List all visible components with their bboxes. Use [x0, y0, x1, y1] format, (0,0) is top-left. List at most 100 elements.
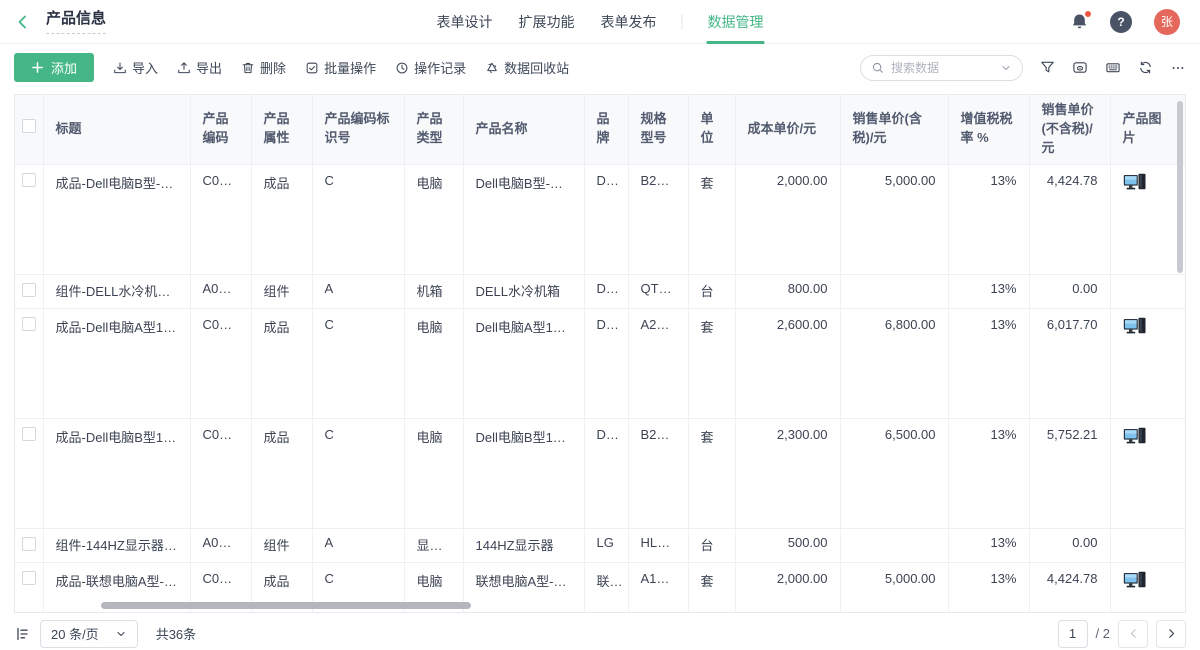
table-row[interactable]: 组件-144HZ显示器-HL6000A0009组件A显示器144HZ显示器LGH…	[15, 528, 1185, 562]
column-header-brand: 品牌	[584, 95, 628, 164]
column-header-cost_price: 成本单价/元	[735, 95, 840, 164]
table-row[interactable]: 成品-Dell电脑B型144HZ-B...C0010成品C电脑Dell电脑B型1…	[15, 418, 1185, 528]
keyboard-button[interactable]	[1105, 60, 1121, 75]
table-row[interactable]: 成品-Dell电脑A型144HZ-A...C0011成品C电脑Dell电脑A型1…	[15, 308, 1185, 418]
total-pages: / 2	[1096, 626, 1110, 641]
cell-image	[1110, 274, 1185, 308]
cell-unit: 台	[688, 528, 735, 562]
cell-name: Dell电脑A型144HZ	[463, 308, 584, 418]
column-header-name: 产品名称	[463, 95, 584, 164]
cell-vat_rate: 13%	[948, 164, 1029, 274]
operation-log-button[interactable]: 操作记录	[395, 58, 466, 77]
tab-form-publish[interactable]: 表单发布	[588, 0, 670, 44]
row-checkbox[interactable]	[22, 427, 36, 441]
column-header-unit: 单位	[688, 95, 735, 164]
cell-type: 电脑	[404, 418, 463, 528]
cell-type: 电脑	[404, 164, 463, 274]
batch-operation-button[interactable]: 批量操作	[305, 58, 376, 77]
import-button[interactable]: 导入	[113, 58, 158, 77]
row-select-cell	[15, 418, 43, 528]
notification-button[interactable]	[1071, 13, 1088, 30]
filter-button[interactable]	[1040, 60, 1055, 75]
cell-sale_price_no_tax: 4,424.78	[1029, 562, 1110, 613]
cell-vat_rate: 13%	[948, 528, 1029, 562]
table-row[interactable]: 成品-Dell电脑B型-水冷机...C0013成品C电脑Dell电脑B型-水冷机…	[15, 164, 1185, 274]
recycle-bin-button[interactable]: 数据回收站	[485, 58, 569, 77]
cell-cost_price: 2,300.00	[735, 418, 840, 528]
page-title: 产品信息	[46, 10, 106, 34]
select-all-cell	[15, 95, 43, 164]
cell-spec: A23000	[628, 308, 688, 418]
row-checkbox[interactable]	[22, 283, 36, 297]
select-all-checkbox[interactable]	[22, 119, 36, 133]
desktop-computer-thumbnail[interactable]	[1123, 427, 1149, 450]
top-bar: 产品信息 表单设计扩展功能表单发布数据管理 ? 张	[0, 0, 1200, 44]
column-header-code: 产品编码	[190, 95, 251, 164]
export-button[interactable]: 导出	[177, 58, 222, 77]
column-header-title: 标题	[43, 95, 190, 164]
avatar[interactable]: 张	[1154, 9, 1180, 35]
previous-page-button[interactable]	[1118, 620, 1148, 648]
add-button[interactable]: 添加	[14, 53, 94, 82]
cell-sale_price_no_tax: 0.00	[1029, 274, 1110, 308]
row-checkbox[interactable]	[22, 173, 36, 187]
delete-icon	[241, 61, 255, 75]
toolbar-right: 搜索数据	[860, 55, 1186, 81]
next-page-button[interactable]	[1156, 620, 1186, 648]
row-select-cell	[15, 562, 43, 613]
row-checkbox[interactable]	[22, 537, 36, 551]
row-checkbox[interactable]	[22, 571, 36, 585]
cell-vat_rate: 13%	[948, 562, 1029, 613]
tab-extended-features[interactable]: 扩展功能	[506, 0, 588, 44]
cell-sale_price_no_tax: 5,752.21	[1029, 418, 1110, 528]
cell-spec: B29002	[628, 164, 688, 274]
column-header-attribute: 产品属性	[251, 95, 312, 164]
filter-icon	[1040, 60, 1055, 75]
cell-attribute: 成品	[251, 308, 312, 418]
desktop-computer-thumbnail[interactable]	[1123, 173, 1149, 196]
vertical-scrollbar-thumb[interactable]	[1177, 101, 1183, 273]
cell-brand: DELL	[584, 274, 628, 308]
export-icon	[177, 61, 191, 75]
help-button[interactable]: ?	[1110, 11, 1132, 33]
horizontal-scrollbar-thumb[interactable]	[101, 602, 471, 609]
tab-divider	[682, 14, 683, 30]
cell-sale_price_no_tax: 6,017.70	[1029, 308, 1110, 418]
delete-button[interactable]: 删除	[241, 58, 286, 77]
cell-unit: 套	[688, 164, 735, 274]
cell-code_flag: C	[312, 418, 404, 528]
toolbar: 添加 导入导出删除批量操作操作记录 数据回收站 搜索数据	[0, 44, 1200, 92]
cell-spec: QTP-300	[628, 274, 688, 308]
cell-attribute: 成品	[251, 418, 312, 528]
tab-data-management[interactable]: 数据管理	[695, 0, 777, 44]
recycle-bin-button-label: 数据回收站	[504, 58, 569, 77]
cell-code_flag: C	[312, 164, 404, 274]
row-checkbox[interactable]	[22, 317, 36, 331]
cell-name: 联想电脑A型-水冷机箱	[463, 562, 584, 613]
more-button[interactable]	[1170, 61, 1186, 75]
cell-image	[1110, 308, 1185, 418]
toolbar-actions: 导入导出删除批量操作操作记录 数据回收站	[113, 58, 569, 77]
search-icon	[871, 61, 885, 75]
search-input[interactable]: 搜索数据	[860, 55, 1023, 81]
back-button[interactable]	[14, 13, 32, 31]
page-size-select[interactable]: 20 条/页	[40, 620, 138, 648]
cell-cost_price: 2,600.00	[735, 308, 840, 418]
list-settings-icon	[14, 626, 30, 642]
cell-brand: DELL	[584, 164, 628, 274]
add-button-label: 添加	[51, 58, 77, 77]
column-header-code_flag: 产品编码标识号	[312, 95, 404, 164]
keyboard-icon	[1105, 60, 1121, 75]
chevron-down-icon	[1000, 62, 1012, 74]
desktop-computer-thumbnail[interactable]	[1123, 317, 1149, 340]
current-page-input[interactable]: 1	[1058, 620, 1088, 648]
pagination-settings-button[interactable]	[14, 626, 30, 642]
cell-code_flag: C	[312, 308, 404, 418]
desktop-computer-thumbnail[interactable]	[1123, 571, 1149, 594]
data-table: 标题产品编码产品属性产品编码标识号产品类型产品名称品牌规格型号单位成本单价/元销…	[15, 95, 1186, 613]
tab-form-design[interactable]: 表单设计	[424, 0, 506, 44]
help-icon: ?	[1117, 15, 1124, 29]
table-view-button[interactable]	[1072, 60, 1088, 75]
table-row[interactable]: 组件-DELL水冷机箱-QTP-3...A0012组件A机箱DELL水冷机箱DE…	[15, 274, 1185, 308]
refresh-button[interactable]	[1138, 60, 1153, 75]
